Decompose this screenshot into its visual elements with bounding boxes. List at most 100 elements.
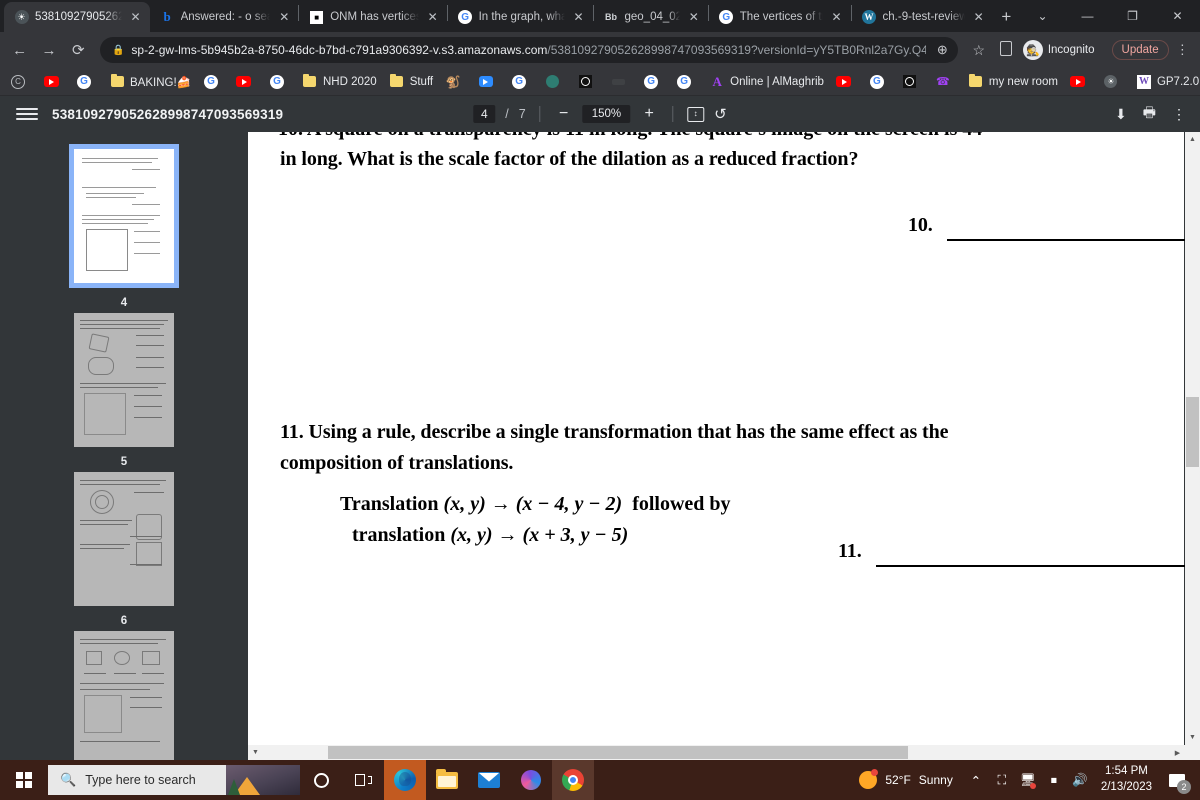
scroll-up-icon[interactable]: ▲ <box>1185 132 1200 147</box>
zoom-level-display[interactable]: 150% <box>582 105 631 123</box>
bookmark-item-stuff[interactable]: Stuff <box>383 72 439 92</box>
thumbnail-item-5[interactable]: 5 <box>74 313 174 468</box>
bookmark-item[interactable] <box>230 72 263 92</box>
chrome-icon[interactable] <box>552 760 594 800</box>
camera-icon[interactable]: ⛶ <box>989 760 1015 800</box>
browser-tab-5[interactable]: G The vertices of tr ✕ <box>709 2 851 32</box>
vertical-scroll-thumb[interactable] <box>1186 397 1199 467</box>
chevron-up-icon[interactable]: ⌃ <box>963 760 989 800</box>
horizontal-scroll-thumb[interactable] <box>328 746 908 759</box>
browser-tab-1[interactable]: b Answered: - o sea ✕ <box>150 2 299 32</box>
hamburger-icon[interactable] <box>16 108 38 120</box>
side-panel-icon[interactable] <box>993 41 1018 59</box>
close-icon[interactable]: ✕ <box>686 11 702 23</box>
page-thumbnail[interactable] <box>74 631 174 760</box>
address-bar[interactable]: 🔒 sp-2-gw-lms-5b945b2a-8750-46dc-b7bd-c7… <box>99 37 959 63</box>
pdf-page-area[interactable]: 10. A square on a transparency is 11 in … <box>248 132 1200 760</box>
bookmark-item[interactable] <box>472 72 505 92</box>
windows-icon[interactable] <box>0 760 48 800</box>
notification-center-icon[interactable]: 2 <box>1160 760 1194 800</box>
thumbnail-item-4[interactable]: 4 <box>69 144 179 309</box>
browser-tab-2[interactable]: ■ ONM has vertices ✕ <box>299 2 446 32</box>
update-button[interactable]: Update <box>1111 40 1169 60</box>
search-in-page-icon[interactable]: ⊕ <box>933 42 952 58</box>
thumbnail-item-6[interactable]: 6 <box>74 472 174 627</box>
bookmark-star-icon[interactable]: ☆ <box>966 42 991 59</box>
page-thumbnail[interactable] <box>74 313 174 447</box>
bookmark-item[interactable] <box>604 72 637 92</box>
maximize-button[interactable]: ❐ <box>1110 0 1155 32</box>
thumbnail-sidebar[interactable]: 4 5 6 <box>0 132 248 760</box>
download-icon[interactable]: ⬇ <box>1115 106 1127 123</box>
bookmark-item[interactable]: G <box>197 72 230 92</box>
volume-icon[interactable]: 🔊 <box>1067 760 1093 800</box>
weather-widget[interactable]: 52°F Sunny <box>849 769 963 789</box>
bookmark-item[interactable] <box>538 72 571 92</box>
edge-icon[interactable] <box>384 760 426 800</box>
close-icon[interactable]: ✕ <box>128 11 144 23</box>
search-input[interactable]: 🔍 Type here to search <box>48 765 300 795</box>
wifi-icon[interactable]: ⏹ <box>1041 760 1067 800</box>
forward-button[interactable]: → <box>35 36 62 64</box>
browser-tab-0[interactable]: ☀ 53810927905262 ✕ <box>4 2 150 32</box>
close-window-button[interactable]: ✕ <box>1155 0 1200 32</box>
close-icon[interactable]: ✕ <box>425 11 441 23</box>
bookmark-item[interactable] <box>37 72 70 92</box>
close-icon[interactable]: ✕ <box>971 11 987 23</box>
bookmark-item[interactable]: G <box>670 72 703 92</box>
clock[interactable]: 1:54 PM 2/13/2023 <box>1093 764 1160 795</box>
close-icon[interactable]: ✕ <box>276 11 292 23</box>
bookmark-item[interactable]: C <box>4 72 37 92</box>
answer-blank-11[interactable] <box>875 547 1200 567</box>
bookmark-item[interactable] <box>1064 72 1097 92</box>
print-icon[interactable]: 🖶 <box>1143 102 1156 126</box>
file-explorer-icon[interactable] <box>426 760 468 800</box>
bookmark-item[interactable]: G <box>863 72 896 92</box>
bookmark-item-baking[interactable]: BAKING!🍰 <box>103 72 197 92</box>
bookmark-item[interactable] <box>896 72 929 92</box>
bookmark-item[interactable]: G <box>70 72 103 92</box>
microsoft-365-icon[interactable] <box>510 760 552 800</box>
reload-button[interactable]: ⟳ <box>65 36 92 64</box>
tab-search-icon[interactable]: ⌄ <box>1020 0 1065 32</box>
bookmark-item[interactable]: 🐒 <box>439 72 472 92</box>
bookmark-item[interactable]: G <box>637 72 670 92</box>
bookmark-item-my-new-room[interactable]: my new room <box>962 72 1064 92</box>
bookmark-item[interactable] <box>571 72 604 92</box>
pdf-more-icon[interactable]: ⋮ <box>1172 106 1186 123</box>
cortana-icon[interactable] <box>300 760 342 800</box>
incognito-indicator[interactable]: 🕵 Incognito <box>1021 38 1104 62</box>
page-thumbnail[interactable] <box>74 472 174 606</box>
vertical-scrollbar[interactable]: ▲ ▼ <box>1185 132 1200 745</box>
bookmark-item[interactable]: ☎ <box>929 72 962 92</box>
minimize-button[interactable]: — <box>1065 0 1110 32</box>
bookmark-item-gp7[interactable]: W GP7.2.0.7 <box>1130 72 1200 92</box>
browser-tab-4[interactable]: Bb geo_04_02 ✕ <box>593 2 707 32</box>
bookmark-item[interactable]: G <box>505 72 538 92</box>
horizontal-scrollbar[interactable]: ◀ ▶ <box>248 745 1185 760</box>
bookmark-item-nhd[interactable]: NHD 2020 <box>296 72 383 92</box>
new-tab-button[interactable]: + <box>993 3 1020 31</box>
back-button[interactable]: ← <box>6 36 33 64</box>
rotate-icon[interactable]: ↺ <box>714 105 727 123</box>
scroll-down-left-icon[interactable]: ▼ <box>248 745 263 760</box>
close-icon[interactable]: ✕ <box>829 11 845 23</box>
task-view-icon[interactable] <box>342 760 384 800</box>
scroll-down-icon[interactable]: ▼ <box>1185 730 1200 745</box>
mail-icon[interactable] <box>468 760 510 800</box>
page-thumbnail[interactable] <box>69 144 179 288</box>
bookmark-item[interactable]: G <box>263 72 296 92</box>
scroll-right-icon[interactable]: ▶ <box>1170 745 1185 760</box>
display-cast-icon[interactable]: 🖥 <box>1015 760 1041 800</box>
bookmark-item[interactable] <box>830 72 863 92</box>
bookmark-item-almaghrib[interactable]: A Online | AlMaghrib <box>703 72 830 92</box>
fit-page-icon[interactable]: ↕ <box>687 106 705 122</box>
page-number-input[interactable]: 4 <box>473 105 496 123</box>
browser-tab-3[interactable]: G In the graph, wha ✕ <box>448 2 593 32</box>
browser-tab-6[interactable]: W ch.-9-test-review ✕ <box>852 2 993 32</box>
zoom-out-button[interactable]: − <box>555 105 573 123</box>
bookmark-item[interactable]: ☀ <box>1097 72 1130 92</box>
thumbnail-item-7[interactable]: 7 <box>74 631 174 760</box>
close-icon[interactable]: ✕ <box>571 11 587 23</box>
browser-menu-icon[interactable]: ⋮ <box>1171 43 1194 57</box>
